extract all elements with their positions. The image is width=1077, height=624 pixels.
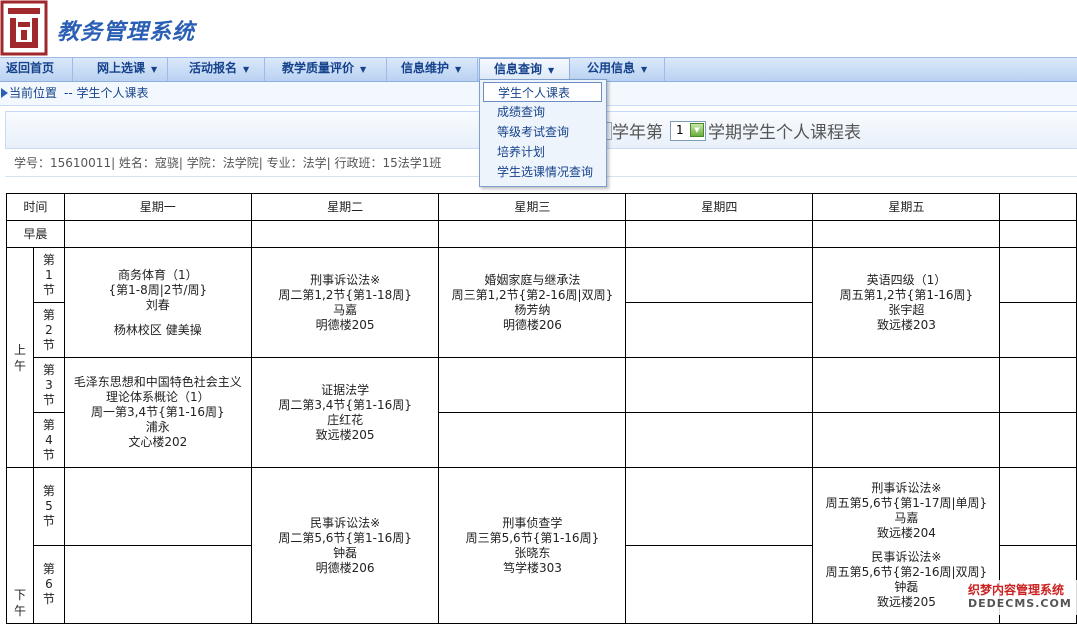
breadcrumb-current-page: -- 学生个人课表 (64, 86, 149, 100)
cell (812, 412, 1001, 468)
nav-activity-signup[interactable]: 活动报名 ▼ (168, 58, 265, 81)
cell (625, 247, 814, 303)
header-monday: 星期一 (63, 193, 252, 221)
header-wednesday: 星期三 (438, 193, 627, 221)
cell (812, 357, 1001, 413)
chevron-down-icon: ▼ (151, 65, 158, 74)
cell (625, 467, 814, 546)
period-5-label: 第5节 (32, 467, 65, 546)
cell (625, 357, 814, 413)
header-time: 时间 (6, 193, 65, 221)
cell (625, 545, 814, 624)
menu-item-grade-query[interactable]: 成绩查询 (483, 102, 602, 122)
cell (999, 247, 1077, 303)
course-wed-12[interactable]: 婚姻家庭与继承法 周三第1,2节{第2-16周|双周} 杨芳纳 明德楼206 (438, 247, 627, 358)
cell (438, 357, 627, 413)
cell (438, 220, 627, 248)
info-query-dropdown-menu: 学生个人课表 成绩查询 等级考试查询 培养计划 学生选课情况查询 (479, 79, 607, 187)
chevron-down-icon: ▼ (360, 65, 367, 74)
early-morning-label: 早晨 (6, 220, 65, 248)
course-tue-12[interactable]: 刑事诉讼法※ 周二第1,2节{第1-18周} 马嘉 明德楼205 (250, 247, 440, 358)
term-select[interactable]: 1 ▼ (670, 121, 706, 141)
nav-info-query[interactable]: 信息查询 ▼ (479, 58, 570, 81)
period-1-label: 第1节 (32, 247, 65, 303)
cell (250, 220, 440, 248)
cell (625, 220, 814, 248)
chevron-down-icon: ▼ (548, 66, 555, 75)
period-6-label: 第6节 (32, 545, 65, 624)
period-3-label: 第3节 (32, 357, 65, 413)
chevron-down-icon: ▼ (641, 65, 648, 74)
cell (438, 412, 627, 468)
course-wed-56[interactable]: 刑事侦查学 周三第5,6节{第1-16周} 张晓东 笃学楼303 (438, 467, 627, 624)
cell (999, 220, 1077, 248)
term-select-value: 1 (676, 123, 684, 137)
afternoon-label: 下午 (6, 467, 34, 624)
cell (63, 545, 252, 624)
morning-label: 上午 (6, 247, 34, 468)
nav-teaching-evaluation[interactable]: 教学质量评价 ▼ (265, 58, 387, 81)
dropdown-arrow-icon[interactable]: ▼ (690, 123, 704, 137)
course-mon-12[interactable]: 商务体育（1） {第1-8周|2节/周} 刘春 杨林校区 健美操 (63, 247, 252, 358)
period-4-label: 第4节 (32, 412, 65, 468)
breadcrumb-label: 当前位置 (9, 86, 58, 100)
nav-info-maintenance[interactable]: 信息维护 ▼ (387, 58, 478, 81)
period-2-label: 第2节 (32, 302, 65, 358)
chevron-down-icon: ▼ (455, 65, 462, 74)
course-mon-34[interactable]: 毛泽东思想和中国特色社会主义 理论体系概论（1） 周一第3,4节{第1-16周} 浦永… (63, 357, 252, 468)
nav-course-selection[interactable]: 网上选课 ▼ (73, 58, 168, 81)
cell (999, 357, 1077, 413)
menu-item-personal-timetable[interactable]: 学生个人课表 (483, 82, 602, 102)
header: 教务管理系统 (0, 0, 1077, 58)
course-fri-12[interactable]: 英语四级（1） 周五第1,2节{第1-16周} 张宇超 致远楼203 (812, 247, 1001, 358)
student-info: 学号：15610011| 姓名：寇骁| 学院：法学院| 专业：法学| 行政班：1… (14, 156, 442, 170)
page-title-suffix: 学期学生个人课程表 (708, 123, 861, 143)
cell (63, 220, 252, 248)
cell (63, 467, 252, 546)
menu-item-course-selection-status[interactable]: 学生选课情况查询 (483, 162, 602, 182)
menu-item-level-exam-query[interactable]: 等级考试查询 (483, 122, 602, 142)
header-thursday: 星期四 (625, 193, 814, 221)
cell (812, 220, 1001, 248)
system-title: 教务管理系统 (57, 20, 196, 45)
course-tue-34[interactable]: 证据法学 周二第3,4节{第1-16周} 庄红花 致远楼205 (250, 357, 440, 468)
cell (625, 412, 814, 468)
nav-public-info[interactable]: 公用信息 ▼ (571, 58, 665, 81)
menu-item-training-plan[interactable]: 培养计划 (483, 142, 602, 162)
cell (999, 412, 1077, 468)
university-logo (0, 0, 48, 56)
timetable: 时间 星期一 星期二 星期三 星期四 星期五 早晨 上午 第1节 商务体育（1）… (6, 193, 1077, 624)
watermark: 织梦内容管理系统 DEDECMS.COM (966, 580, 1077, 615)
chevron-down-icon: ▼ (243, 65, 250, 74)
course-tue-56[interactable]: 民事诉讼法※ 周二第5,6节{第1-16周} 钟磊 明德楼206 (250, 467, 440, 624)
cell (625, 302, 814, 358)
header-tuesday: 星期二 (250, 193, 440, 221)
header-extra (999, 193, 1077, 221)
header-friday: 星期五 (812, 193, 1001, 221)
nav-home[interactable]: 返回首页 (0, 58, 73, 81)
cell (999, 302, 1077, 358)
cell (999, 467, 1077, 546)
page-title-mid: 学年第 (612, 123, 663, 143)
